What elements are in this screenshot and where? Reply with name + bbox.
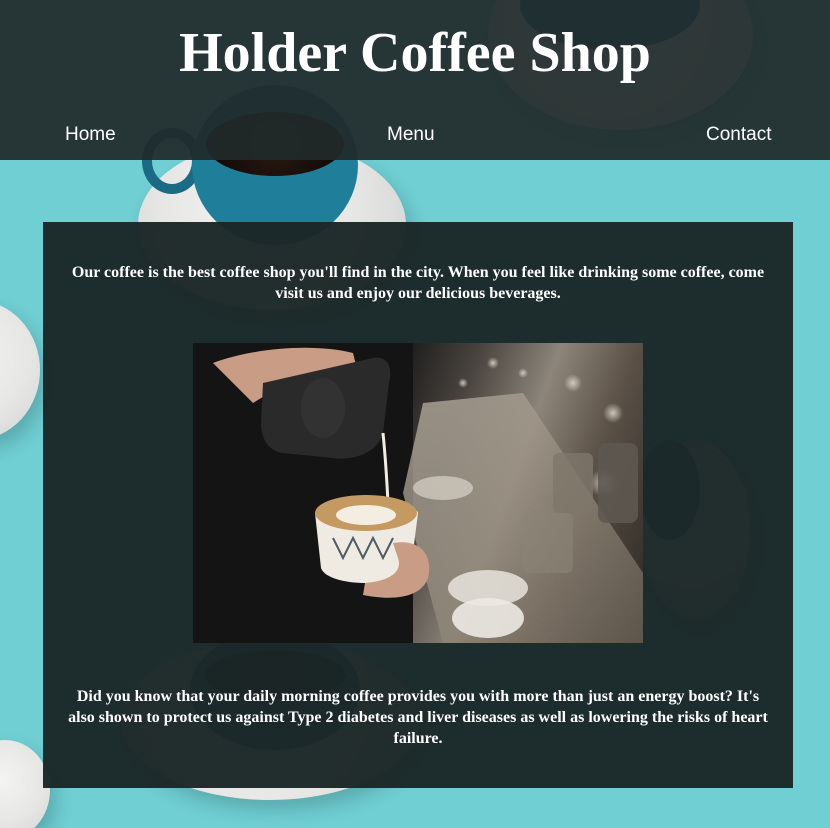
site-title: Holder Coffee Shop	[179, 22, 651, 84]
intro-text: Our coffee is the best coffee shop you'l…	[71, 264, 765, 302]
fact-text: Did you know that your daily morning cof…	[68, 688, 768, 747]
latte-art-photo	[193, 343, 643, 643]
nav-menu-link[interactable]: Menu	[387, 123, 435, 147]
content-panel: Our coffee is the best coffee shop you'l…	[43, 222, 793, 788]
site-header: Holder Coffee Shop Home Menu Contact	[0, 0, 830, 160]
nav-home-link[interactable]: Home	[65, 123, 116, 147]
nav-contact-link[interactable]: Contact	[706, 123, 771, 147]
